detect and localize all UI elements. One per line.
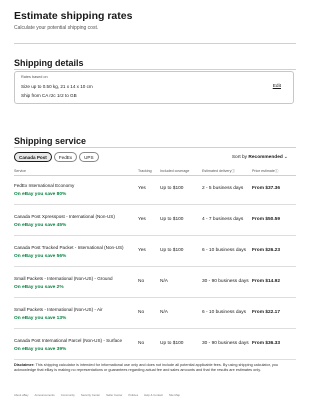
footer-link-announcements[interactable]: Announcements — [34, 393, 54, 397]
footer-link-security-center[interactable]: Security Center — [81, 393, 100, 397]
price-value: From $37.36 — [252, 186, 280, 191]
service-name: Small Packets - International (Non-US) -… — [14, 276, 113, 281]
filter-chip-ups[interactable]: UPS — [79, 152, 99, 162]
coverage-value: Up to $100 — [160, 248, 184, 253]
coverage-value: N/A — [160, 279, 168, 284]
footer-link-community[interactable]: Community — [61, 393, 75, 397]
delivery-value: 6 - 10 business days — [202, 310, 246, 315]
table-row: Canada Post Xpresspost - International (… — [14, 208, 296, 236]
service-name: Canada Post International Parcel (Non-US… — [14, 338, 123, 343]
shipping-details-card: Rates based on Size up to 0.50 kg, 21 x … — [14, 71, 294, 104]
shipping-service-heading: Shipping service — [14, 136, 87, 146]
service-name: Canada Post Xpresspost - International (… — [14, 214, 115, 219]
delivery-value: 30 - 90 business days — [202, 341, 249, 346]
disclaimer: Disclaimer: This shipping calculator is … — [14, 363, 296, 373]
footer-link-about[interactable]: About eBay — [14, 393, 28, 397]
tracking-value: Yes — [138, 186, 146, 191]
savings-text: On eBay you save 80% — [14, 192, 67, 197]
divider — [14, 43, 296, 44]
rates-based-on-label: Rates based on — [21, 75, 48, 79]
package-size-text: Size up to 0.50 kg, 21 x 14 x 10 cm — [21, 84, 93, 89]
sort-dropdown[interactable]: Sort by Recommended⌄ — [232, 154, 288, 160]
page-subtitle: Calculate your potential shipping cost. — [14, 25, 99, 31]
tracking-value: No — [138, 310, 145, 315]
column-header-service: Service — [14, 169, 26, 173]
savings-text: On eBay you save 45% — [14, 223, 67, 228]
table-row: Small Packets - International (Non-US) -… — [14, 301, 296, 329]
footer-link-help[interactable]: Help & Contact — [144, 393, 163, 397]
filter-chip-fedex[interactable]: FedEx — [53, 152, 78, 162]
sort-value: Recommended — [248, 155, 283, 160]
savings-text: On eBay you save 39% — [14, 347, 67, 352]
coverage-value: Up to $100 — [160, 341, 184, 346]
disclaimer-label: Disclaimer: — [14, 363, 35, 367]
delivery-value: 30 - 90 business days — [202, 279, 249, 284]
footer-link-policies[interactable]: Policies — [128, 393, 138, 397]
price-value: From $26.23 — [252, 248, 280, 253]
page-title: Estimate shipping rates — [14, 10, 133, 22]
savings-text: On eBay you save 13% — [14, 316, 67, 321]
column-header-tracking: Tracking — [138, 169, 152, 173]
service-name: FedEx International Economy — [14, 183, 75, 188]
disclaimer-text: This shipping calculator is intended for… — [14, 363, 279, 373]
table-row: FedEx International Economy On eBay you … — [14, 177, 296, 205]
table-row: Small Packets - International (Non-US) -… — [14, 270, 296, 298]
price-value: From $14.92 — [252, 279, 280, 284]
edit-details-link[interactable]: Edit — [273, 84, 281, 89]
coverage-value: N/A — [160, 310, 168, 315]
service-name: Small Packets - International (Non-US) -… — [14, 307, 103, 312]
footer-link-site-map[interactable]: Site Map — [169, 393, 180, 397]
tracking-value: No — [138, 279, 145, 284]
price-value: From $36.33 — [252, 341, 280, 346]
carrier-filter-chips: Canada Post FedEx UPS — [14, 152, 99, 162]
shipping-calculator-page: Estimate shipping rates Calculate your p… — [0, 0, 310, 400]
footer-links: About eBay Announcements Community Secur… — [14, 393, 180, 397]
filter-chip-canada-post[interactable]: Canada Post — [14, 152, 52, 162]
sort-label: Sort by — [231, 155, 248, 160]
footer-link-seller-center[interactable]: Seller Center — [106, 393, 122, 397]
savings-text: On eBay you save 2% — [14, 285, 64, 290]
tracking-value: Yes — [138, 248, 146, 253]
divider — [14, 147, 296, 148]
ship-route-text: Ship from CA r2c 1r2 to GB — [21, 93, 77, 98]
coverage-value: Up to $100 — [160, 217, 184, 222]
shipping-details-heading: Shipping details — [14, 58, 84, 68]
column-header-price: Price estimateⓘ — [252, 169, 279, 173]
chevron-down-icon: ⌄ — [283, 154, 288, 160]
delivery-value: 6 - 10 business days — [202, 248, 246, 253]
delivery-value: 2 - 5 business days — [202, 186, 244, 191]
coverage-value: Up to $100 — [160, 186, 184, 191]
table-row: Canada Post International Parcel (Non-US… — [14, 332, 296, 360]
tracking-value: No — [138, 341, 145, 346]
savings-text: On eBay you save 56% — [14, 254, 67, 259]
table-row: Canada Post Tracked Packet - Internation… — [14, 239, 296, 267]
column-header-delivery: Estimated deliveryⓘ — [202, 169, 235, 173]
service-name: Canada Post Tracked Packet - Internation… — [14, 245, 124, 250]
divider — [14, 69, 296, 70]
price-value: From $22.17 — [252, 310, 280, 315]
tracking-value: Yes — [138, 217, 146, 222]
delivery-value: 4 - 7 business days — [202, 217, 244, 222]
table-header: Service Tracking Included coverage Estim… — [14, 166, 296, 176]
column-header-coverage: Included coverage — [160, 169, 190, 173]
price-value: From $50.59 — [252, 217, 280, 222]
